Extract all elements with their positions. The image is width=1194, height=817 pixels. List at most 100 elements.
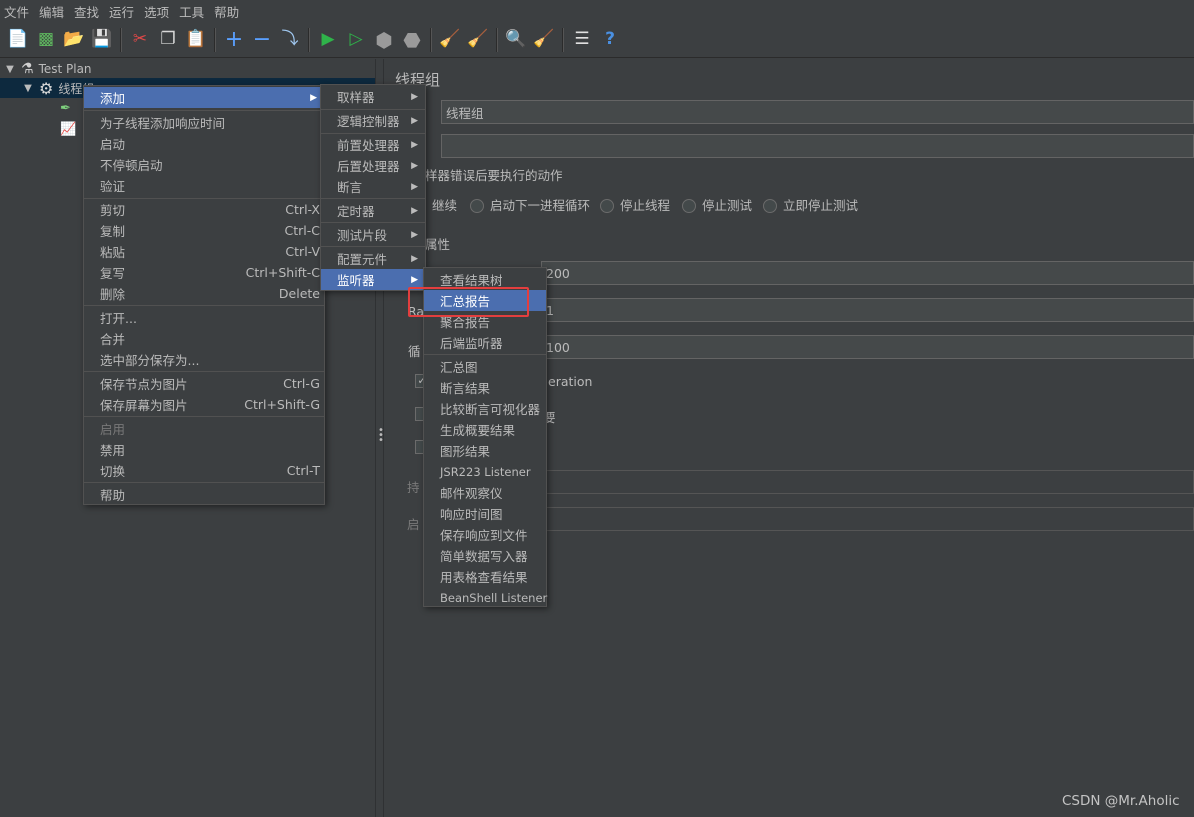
submenu-item-timer[interactable]: 定时器 ▶ [321,200,425,221]
chevron-down-icon[interactable]: ▼ [22,83,34,94]
listener-item-view-results-table[interactable]: 用表格查看结果 [440,566,528,587]
menu-file[interactable]: 文件 [0,2,35,21]
name-field[interactable]: 线程组 [441,100,1194,124]
expand-icon[interactable]: + [222,28,246,52]
comment-field[interactable] [441,134,1194,158]
tree-node-child-2[interactable]: 📈 [60,119,76,139]
menu-tools[interactable]: 工具 [175,2,210,21]
cut-icon[interactable]: ✂ [128,28,152,52]
menu-item-toggle[interactable]: 切换 Ctrl-T [100,460,324,481]
new-file-icon[interactable]: 📄 [6,28,30,52]
menu-item-open[interactable]: 打开... [100,307,137,328]
listener-item-beanshell[interactable]: BeanShell Listener [440,587,547,608]
start-no-pause-icon[interactable]: ▷ [344,28,368,52]
shutdown-icon[interactable]: ⬣ [400,28,424,52]
menu-item-disable[interactable]: 禁用 [100,439,125,460]
copy-icon[interactable]: ❐ [156,28,180,52]
chevron-down-icon[interactable]: ▼ [4,64,16,75]
open-folder-icon[interactable]: 📂 [62,28,86,52]
menu-item-duplicate[interactable]: 复写 Ctrl+Shift-C [100,262,324,283]
listener-item-backend-listener[interactable]: 后端监听器 [440,332,503,353]
radio-circle[interactable] [470,199,484,213]
listener-item-save-responses[interactable]: 保存响应到文件 [440,524,528,545]
menu-item-add[interactable]: 添加 ▶ [84,87,324,108]
ramp-up-field[interactable]: 1 [541,298,1194,322]
radio-next-loop[interactable]: 启动下一进程循环 [470,195,590,214]
radio-stop-test[interactable]: 停止测试 [682,195,752,214]
listener-item-generate-summary[interactable]: 生成概要结果 [440,419,515,440]
toolbar-separator [430,27,432,52]
start-icon[interactable]: ▶ [316,28,340,52]
collapse-icon[interactable]: − [250,28,274,52]
radio-circle[interactable] [600,199,614,213]
menu-item-validate[interactable]: 验证 [100,175,125,196]
submenu-item-config-element[interactable]: 配置元件 ▶ [321,248,425,269]
listener-item-simple-data-writer[interactable]: 简单数据写入器 [440,545,528,566]
listener-item-graph-results[interactable]: 图形结果 [440,440,490,461]
menu-item-save-screen-image[interactable]: 保存屏幕为图片 Ctrl+Shift-G [100,394,324,415]
listener-item-jsr223[interactable]: JSR223 Listener [440,461,531,482]
toolbar-separator [120,27,122,52]
stop-icon[interactable]: ⬢ [372,28,396,52]
radio-circle[interactable] [682,199,696,213]
paste-icon[interactable]: 📋 [184,28,208,52]
tree-node-test-plan[interactable]: ▼ ⚗ Test Plan [4,59,92,79]
menu-item-cut[interactable]: 剪切 Ctrl-X [100,199,324,220]
menu-item-help[interactable]: 帮助 [100,484,125,505]
radio-stop-test-now[interactable]: 立即停止测试 [763,195,858,214]
menu-item-paste[interactable]: 粘贴 Ctrl-V [100,241,324,262]
menu-item-merge[interactable]: 合并 [100,328,125,349]
clear-all-icon[interactable]: 🧹 [466,28,490,52]
submenu-item-logic-controller[interactable]: 逻辑控制器 ▶ [321,110,425,131]
radio-continue[interactable]: 继续 [432,195,457,214]
startup-delay-field[interactable] [541,507,1194,531]
menu-search[interactable]: 查找 [70,2,105,21]
chevron-right-icon: ▶ [411,181,418,192]
toggle-icon[interactable]: ⤵ [278,28,302,52]
function-helper-icon[interactable]: ☰ [570,28,594,52]
graph-icon: 📈 [60,121,77,137]
listener-item-assertion-results[interactable]: 断言结果 [440,377,490,398]
menu-item-save-selection[interactable]: 选中部分保存为... [100,349,199,370]
listener-item-mailer-visualizer[interactable]: 邮件观察仪 [440,482,503,503]
menu-options[interactable]: 选项 [140,2,175,21]
pipette-icon: ✒ [60,100,71,116]
submenu-item-pre-processor[interactable]: 前置处理器 ▶ [321,134,425,155]
menu-item-start[interactable]: 启动 [100,133,125,154]
menu-item-save-node-image[interactable]: 保存节点为图片 Ctrl-G [100,373,324,394]
templates-icon[interactable]: ▩ [34,28,58,52]
clear-icon[interactable]: 🧹 [438,28,462,52]
menu-edit[interactable]: 编辑 [35,2,70,21]
radio-circle[interactable] [763,199,777,213]
menu-item-copy[interactable]: 复制 Ctrl-C [100,220,324,241]
listener-item-response-time-graph[interactable]: 响应时间图 [440,503,503,524]
menu-run[interactable]: 运行 [105,2,140,21]
help-icon[interactable]: ? [598,28,622,52]
submenu-item-sampler[interactable]: 取样器 ▶ [321,86,425,107]
menu-help[interactable]: 帮助 [210,2,245,21]
loop-count-field[interactable]: 100 [541,335,1194,359]
num-threads-field[interactable]: 200 [541,261,1194,285]
listener-submenu: 查看结果树 汇总报告 聚合报告 后端监听器 汇总图 断言结果 比较断言可视化器 … [423,267,547,607]
duration-field[interactable] [541,470,1194,494]
chevron-right-icon: ▶ [411,253,418,264]
menu-item-add-response-time[interactable]: 为子线程添加响应时间 [100,112,225,133]
save-icon[interactable]: 💾 [90,28,114,52]
menu-item-enable: 启用 [100,422,126,437]
search-binoculars-icon[interactable]: 🔍 [504,28,528,52]
menu-item-delete[interactable]: 删除 Delete [100,283,324,304]
radio-stop-thread[interactable]: 停止线程 [600,195,670,214]
menu-divider [84,110,324,111]
tree-node-child-1[interactable]: ✒ [60,98,71,118]
flask-icon: ⚗ [21,61,34,77]
menu-item-start-no-pause[interactable]: 不停顿启动 [100,154,163,175]
tree-node-label: Test Plan [38,62,92,76]
listener-item-summary-graph[interactable]: 汇总图 [440,356,478,377]
splitter-grip-icon[interactable]: • • • [378,426,384,446]
duration-label: 持 [407,480,420,495]
reset-search-icon[interactable]: 🧹 [532,28,556,52]
submenu-item-post-processor[interactable]: 后置处理器 ▶ [321,155,425,176]
submenu-item-assertion[interactable]: 断言 ▶ [321,176,425,197]
listener-item-comparison-assertion[interactable]: 比较断言可视化器 [440,398,540,419]
submenu-item-test-fragment[interactable]: 测试片段 ▶ [321,224,425,245]
